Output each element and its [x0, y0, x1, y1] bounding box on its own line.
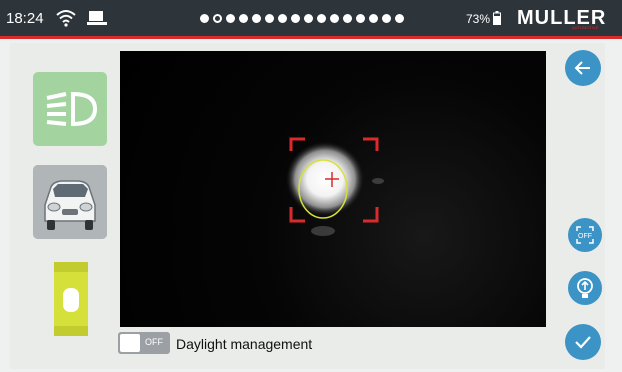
fullscreen-off-label: OFF [578, 233, 592, 240]
page-dot [239, 14, 248, 23]
headlight-icon [46, 91, 98, 127]
confirm-button[interactable] [565, 324, 601, 360]
brand-tagline: AUTOMOTIVE [572, 25, 599, 30]
page-dot [330, 14, 339, 23]
page-dot [317, 14, 326, 23]
page-dot [369, 14, 378, 23]
vehicle-select-button[interactable] [33, 165, 107, 239]
status-bar: 18:24 73% MULLER AUTOMOTIVE [0, 0, 622, 36]
page-dot [200, 14, 209, 23]
back-button[interactable] [565, 50, 601, 86]
page-dot [226, 14, 235, 23]
page-dot [291, 14, 300, 23]
headlight-beam-image [285, 137, 384, 236]
page-dot [304, 14, 313, 23]
header-divider [0, 36, 622, 39]
camera-view[interactable] [120, 51, 546, 327]
battery-icon [493, 11, 501, 25]
battery-percent: 73% [466, 12, 491, 26]
daylight-management-label: Daylight management [176, 336, 313, 352]
headlight-mode-button[interactable] [33, 72, 107, 146]
page-dot [382, 14, 391, 23]
daylight-toggle[interactable]: OFF [118, 332, 170, 354]
fullscreen-off-button[interactable]: OFF [568, 218, 602, 252]
page-dot [395, 14, 404, 23]
level-check-button[interactable] [54, 262, 88, 336]
page-dot [343, 14, 352, 23]
monitor-icon [87, 11, 107, 25]
page-dot [278, 14, 287, 23]
page-dot [252, 14, 261, 23]
bulb-icon [577, 278, 593, 298]
spirit-level-icon [54, 262, 88, 336]
page-dot [356, 14, 365, 23]
status-time: 18:24 [6, 10, 44, 27]
car-front-icon [33, 165, 107, 239]
toggle-knob[interactable] [120, 334, 140, 352]
page-dot [265, 14, 274, 23]
lamp-setting-button[interactable] [568, 271, 602, 305]
toggle-state-label: OFF [145, 337, 163, 347]
fullscreen-frame-icon: OFF [576, 226, 594, 244]
arrow-left-icon [574, 61, 590, 75]
check-icon [575, 336, 591, 349]
wifi-icon [56, 10, 76, 27]
page-indicator [200, 14, 404, 23]
page-dot [213, 14, 222, 23]
